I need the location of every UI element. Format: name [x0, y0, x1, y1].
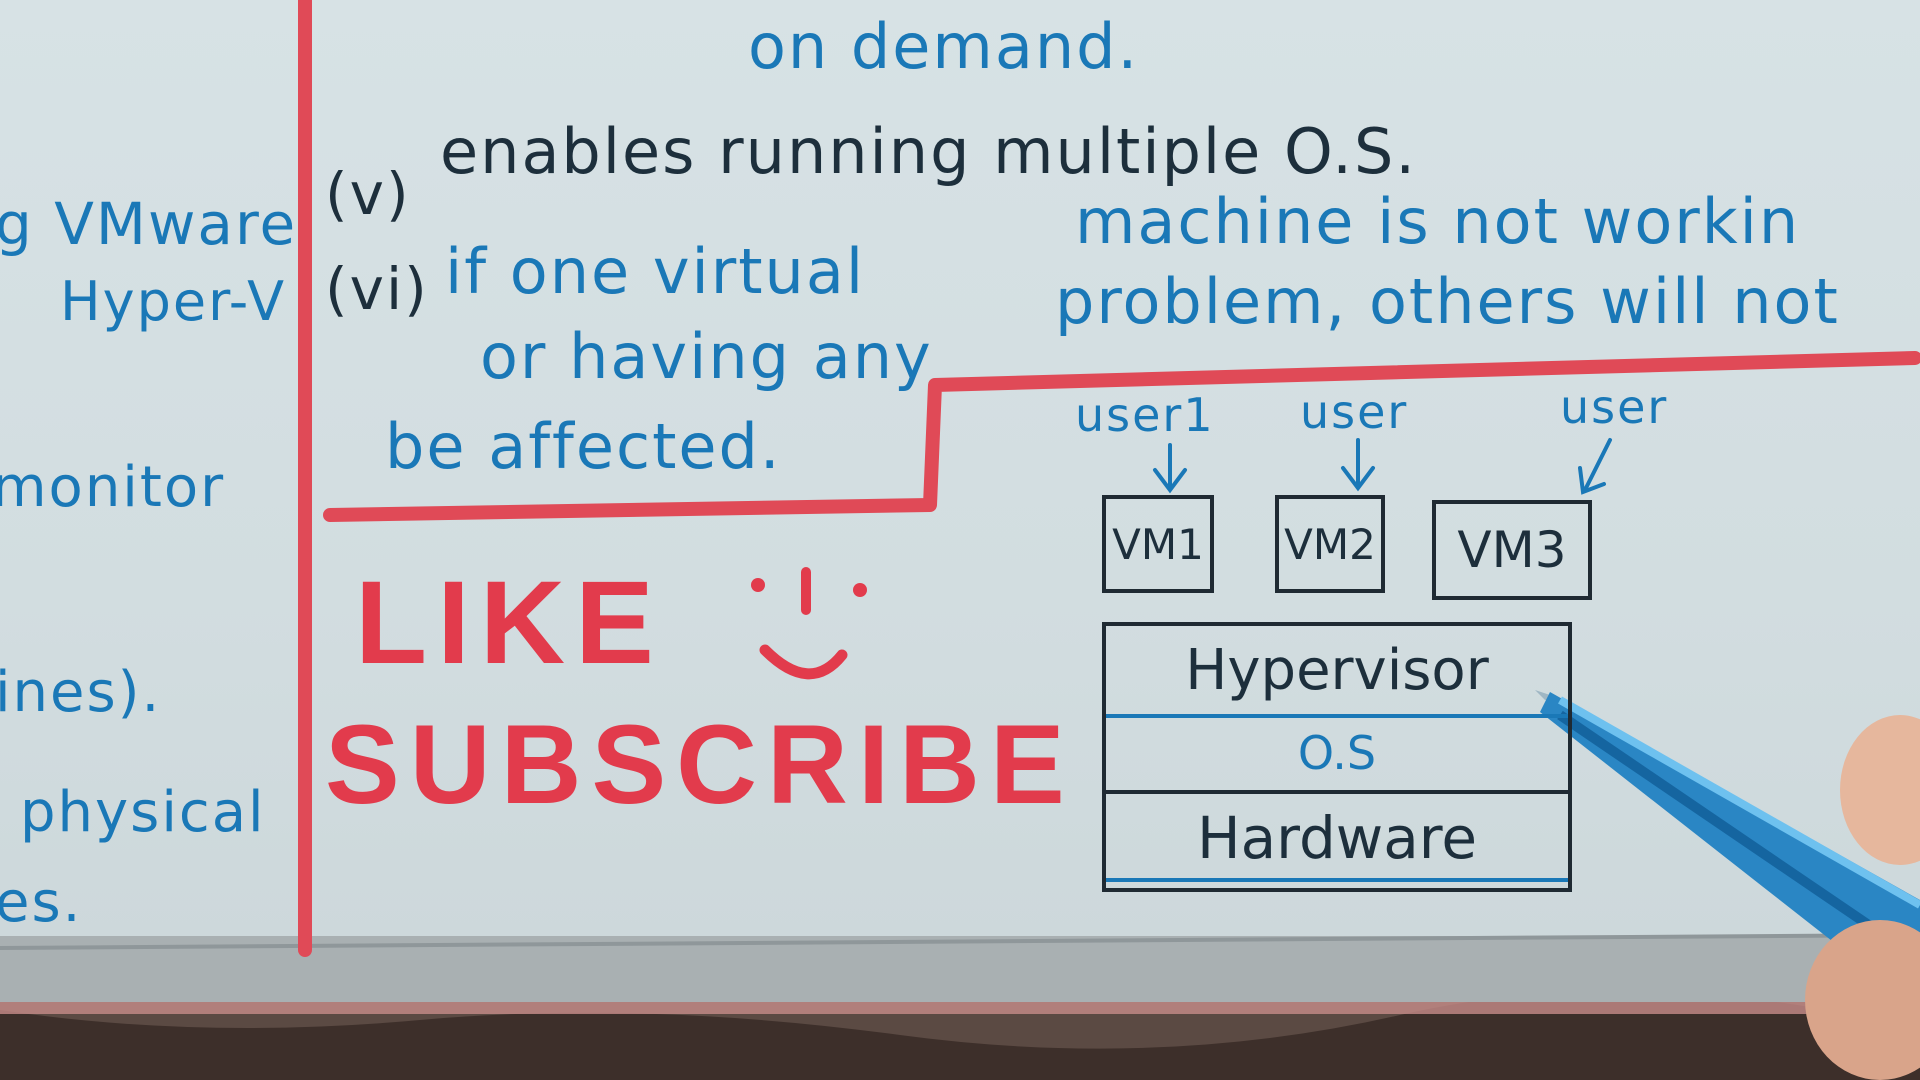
vm3-box: VM3	[1432, 500, 1592, 600]
left-vmware-text: g VMware	[0, 190, 298, 258]
point-vi-number: (vi)	[325, 255, 429, 323]
point-v-number: (v)	[325, 160, 411, 228]
left-machines-text: ines).	[0, 660, 162, 725]
vm2-box: VM2	[1275, 495, 1385, 593]
arrow-user2-icon	[1341, 438, 1375, 492]
layer-stack: Hypervisor O.S Hardware	[1102, 622, 1572, 892]
point-vi-line1-b: machine is not workin	[1075, 185, 1801, 258]
vm1-label: VM1	[1112, 519, 1204, 569]
left-physical-text: physical	[20, 780, 266, 845]
user-label-3: user	[1560, 380, 1669, 434]
smiley-eye-right	[853, 583, 867, 597]
point-vi-line3: be affected.	[385, 410, 782, 483]
user-label-1: user1	[1075, 388, 1215, 442]
vm1-box: VM1	[1102, 495, 1214, 593]
layer-underline	[1106, 878, 1568, 882]
left-monitor-text: monitor	[0, 455, 226, 520]
smiley-eye-left	[751, 578, 765, 592]
whiteboard-scene: g VMware Hyper-V monitor ines). physical…	[0, 0, 1920, 1080]
arrow-user1-icon	[1153, 443, 1187, 494]
board-bottom-trim	[0, 1000, 1920, 1014]
point-v-text: enables running multiple O.S.	[440, 115, 1418, 188]
point-vi-line1-a: if one virtual	[445, 235, 866, 308]
left-hyperv-text: Hyper-V	[60, 270, 287, 333]
hardware-layer: Hardware	[1196, 804, 1478, 872]
on-demand-text: on demand.	[748, 10, 1140, 83]
layer-divider-1	[1106, 714, 1568, 718]
smiley-mouth	[759, 644, 848, 680]
user-label-2: user	[1300, 385, 1409, 439]
vm3-label: VM3	[1457, 521, 1567, 579]
left-es-text: es.	[0, 870, 83, 935]
point-vi-line2-b: problem, others will not	[1055, 265, 1840, 338]
hypervisor-layer: Hypervisor	[1185, 637, 1489, 703]
subscribe-text: SUBSCRIBE	[325, 702, 1075, 827]
hand-finger	[1840, 715, 1920, 865]
vm2-label: VM2	[1284, 519, 1376, 569]
arrow-user3-icon	[1578, 438, 1612, 495]
point-vi-line2-a: or having any	[480, 320, 933, 393]
like-text: LIKE	[355, 557, 664, 689]
os-layer: O.S	[1297, 726, 1377, 780]
layer-divider-2	[1106, 790, 1568, 794]
